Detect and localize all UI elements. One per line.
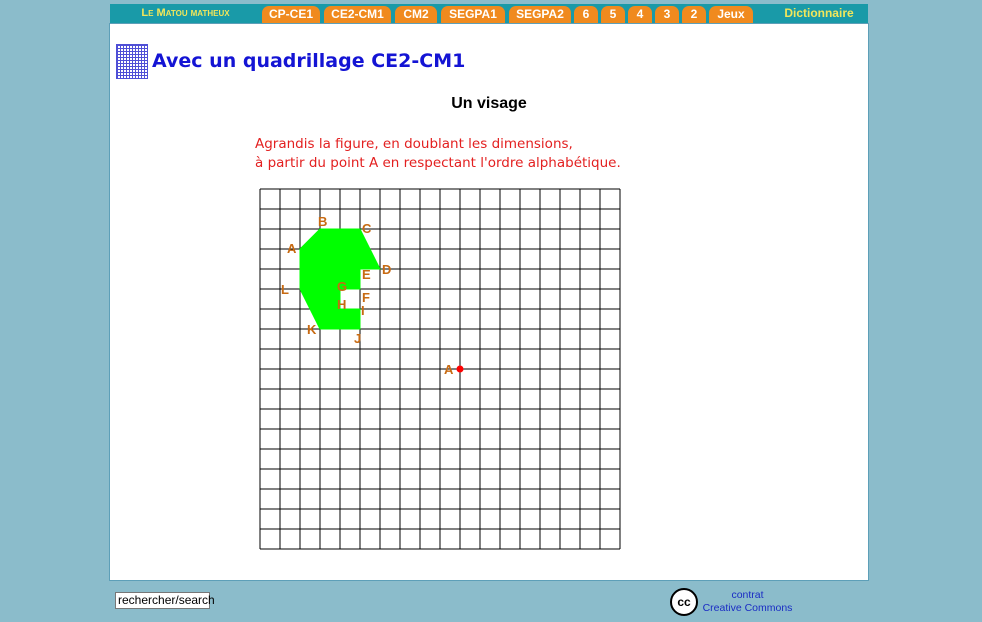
vertex-label-b: B: [318, 214, 327, 229]
tab-6[interactable]: 6: [574, 6, 598, 23]
grid-logo-icon: [116, 44, 148, 79]
vertex-label-k: K: [307, 322, 317, 337]
creative-commons-link[interactable]: contrat Creative Commons: [700, 589, 795, 615]
vertex-label-a: A: [287, 241, 297, 256]
tab-cp-ce1[interactable]: CP-CE1: [262, 6, 320, 23]
tab-3[interactable]: 3: [655, 6, 679, 23]
tab-jeux[interactable]: Jeux: [709, 6, 753, 23]
tab-4[interactable]: 4: [628, 6, 652, 23]
page-title: Avec un quadrillage CE2-CM1: [152, 50, 466, 72]
search-input[interactable]: rechercher/search: [115, 592, 215, 609]
tab-ce2-cm1[interactable]: CE2-CM1: [324, 6, 391, 23]
vertex-label-h: H: [337, 297, 346, 312]
tab-segpa1[interactable]: SEGPA1: [441, 6, 505, 23]
creative-commons-icon[interactable]: cc: [670, 588, 698, 616]
cc-line-1: contrat: [731, 589, 764, 601]
tab-cm2[interactable]: CM2: [395, 6, 437, 23]
vertex-label-g: G: [337, 279, 347, 294]
vertex-label-l: L: [281, 282, 289, 297]
cc-line-2: Creative Commons: [702, 602, 793, 614]
start-point-marker: [456, 365, 464, 373]
site-brand-link[interactable]: Le Matou matheux: [110, 4, 261, 23]
top-navigation-bar: Le Matou matheux CP-CE1 CE2-CM1 CM2 SEGP…: [110, 4, 868, 23]
instruction-line-2: à partir du point A en respectant l'ordr…: [255, 155, 621, 171]
vertex-label-c: C: [362, 221, 372, 236]
exercise-subtitle: Un visage: [451, 95, 527, 112]
dictionary-link[interactable]: Dictionnaire: [770, 4, 868, 23]
tab-segpa2[interactable]: SEGPA2: [509, 6, 571, 23]
tab-5[interactable]: 5: [601, 6, 625, 23]
vertex-label-j: J: [354, 331, 361, 346]
vertex-label-d: D: [382, 262, 391, 277]
instruction-line-1: Agrandis la figure, en doublant les dime…: [255, 136, 573, 152]
tab-2[interactable]: 2: [682, 6, 706, 23]
squared-grid[interactable]: AB CDEFGH IJKLA: [259, 188, 623, 552]
content-panel: Avec un quadrillage CE2-CM1 Un visage Ag…: [109, 23, 869, 581]
vertex-label-e: E: [362, 267, 371, 282]
vertex-label-i: I: [361, 303, 365, 318]
start-point-label: A: [444, 362, 454, 377]
